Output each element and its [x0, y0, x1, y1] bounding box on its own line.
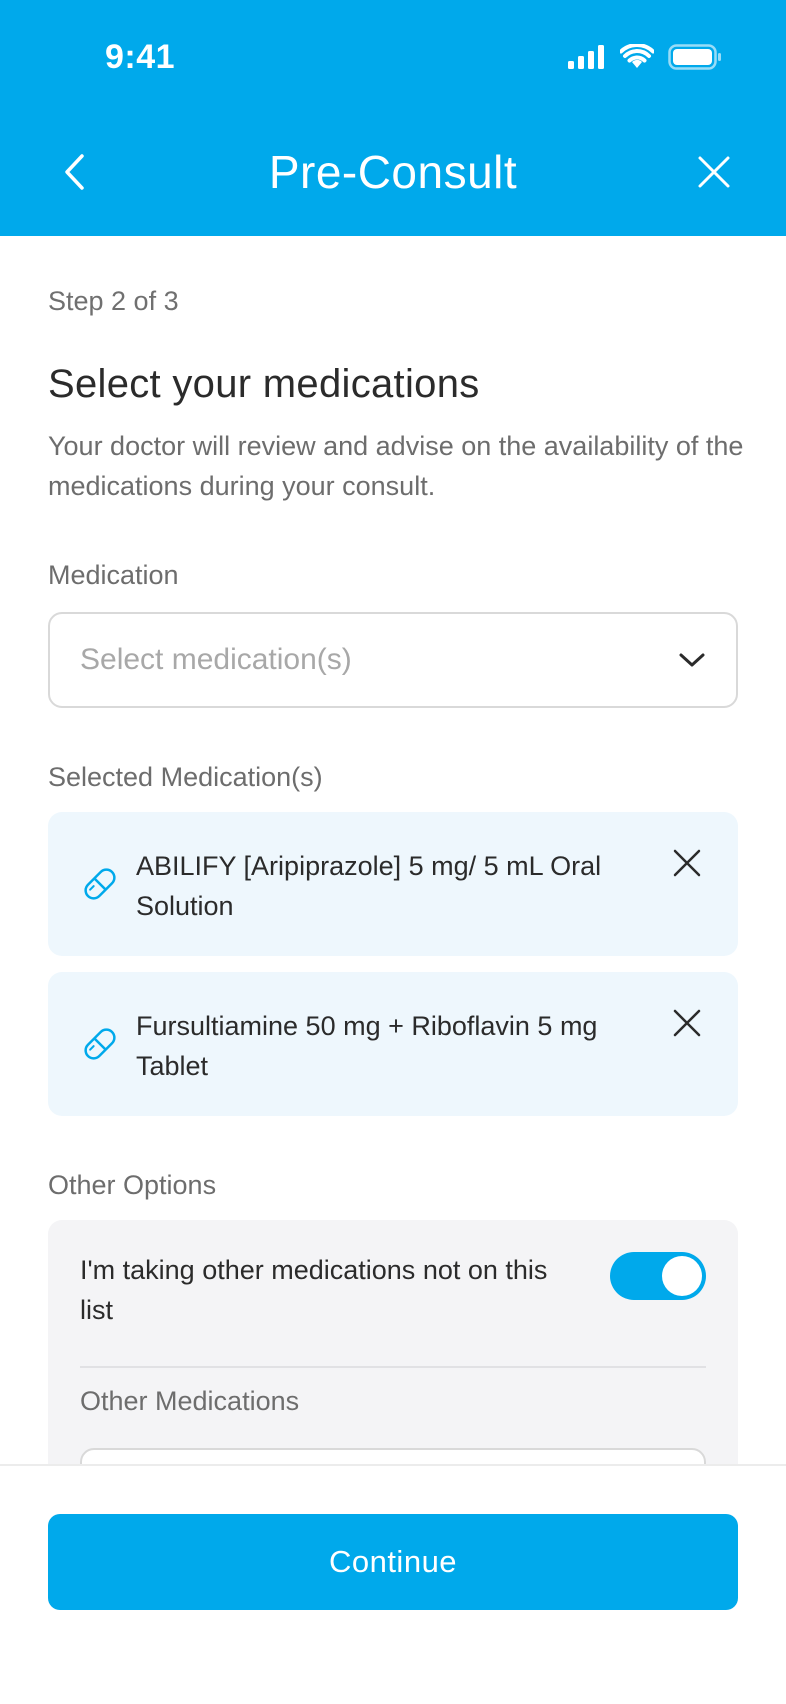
toggle-knob: [662, 1256, 702, 1296]
medication-select[interactable]: Select medication(s): [48, 612, 738, 708]
medication-select-placeholder: Select medication(s): [80, 643, 352, 676]
status-time: 9:41: [105, 38, 176, 76]
pill-icon: [84, 1028, 116, 1060]
signal-icon: [568, 45, 606, 74]
medication-name: Fursultiamine 50 mg + Riboflavin 5 mg Ta…: [136, 1011, 598, 1081]
close-button[interactable]: [694, 152, 734, 192]
other-options-label: Other Options: [48, 1170, 217, 1200]
header-bar: 9:41 Pre-Consult: [0, 0, 786, 236]
page-title: Select your medications: [48, 362, 480, 406]
wifi-icon: [619, 43, 655, 75]
selected-medication-card: Fursultiamine 50 mg + Riboflavin 5 mg Ta…: [48, 972, 738, 1116]
page-description: Your doctor will review and advise on th…: [48, 431, 744, 501]
selected-medications-label: Selected Medication(s): [48, 762, 323, 792]
medication-label: Medication: [48, 560, 179, 590]
pill-icon: [84, 868, 116, 900]
page-header-title: Pre-Consult: [268, 146, 518, 198]
selected-medication-card: ABILIFY [Aripiprazole] 5 mg/ 5 mL Oral S…: [48, 812, 738, 956]
divider: [80, 1366, 706, 1368]
close-icon: [698, 156, 730, 188]
battery-icon: [668, 44, 722, 75]
other-medications-toggle-label: I'm taking other medications not on this…: [80, 1255, 548, 1325]
continue-button[interactable]: Continue: [48, 1514, 738, 1610]
footer-bar: Continue: [0, 1464, 786, 1704]
chevron-down-icon: [679, 653, 705, 667]
other-medications-label: Other Medications: [80, 1386, 300, 1416]
status-icons: [568, 43, 722, 75]
other-medications-toggle[interactable]: [610, 1252, 706, 1300]
step-indicator: Step 2 of 3: [48, 286, 179, 316]
remove-medication-icon[interactable]: [672, 1008, 702, 1038]
medication-name: ABILIFY [Aripiprazole] 5 mg/ 5 mL Oral S…: [136, 851, 602, 921]
remove-medication-icon[interactable]: [672, 848, 702, 878]
